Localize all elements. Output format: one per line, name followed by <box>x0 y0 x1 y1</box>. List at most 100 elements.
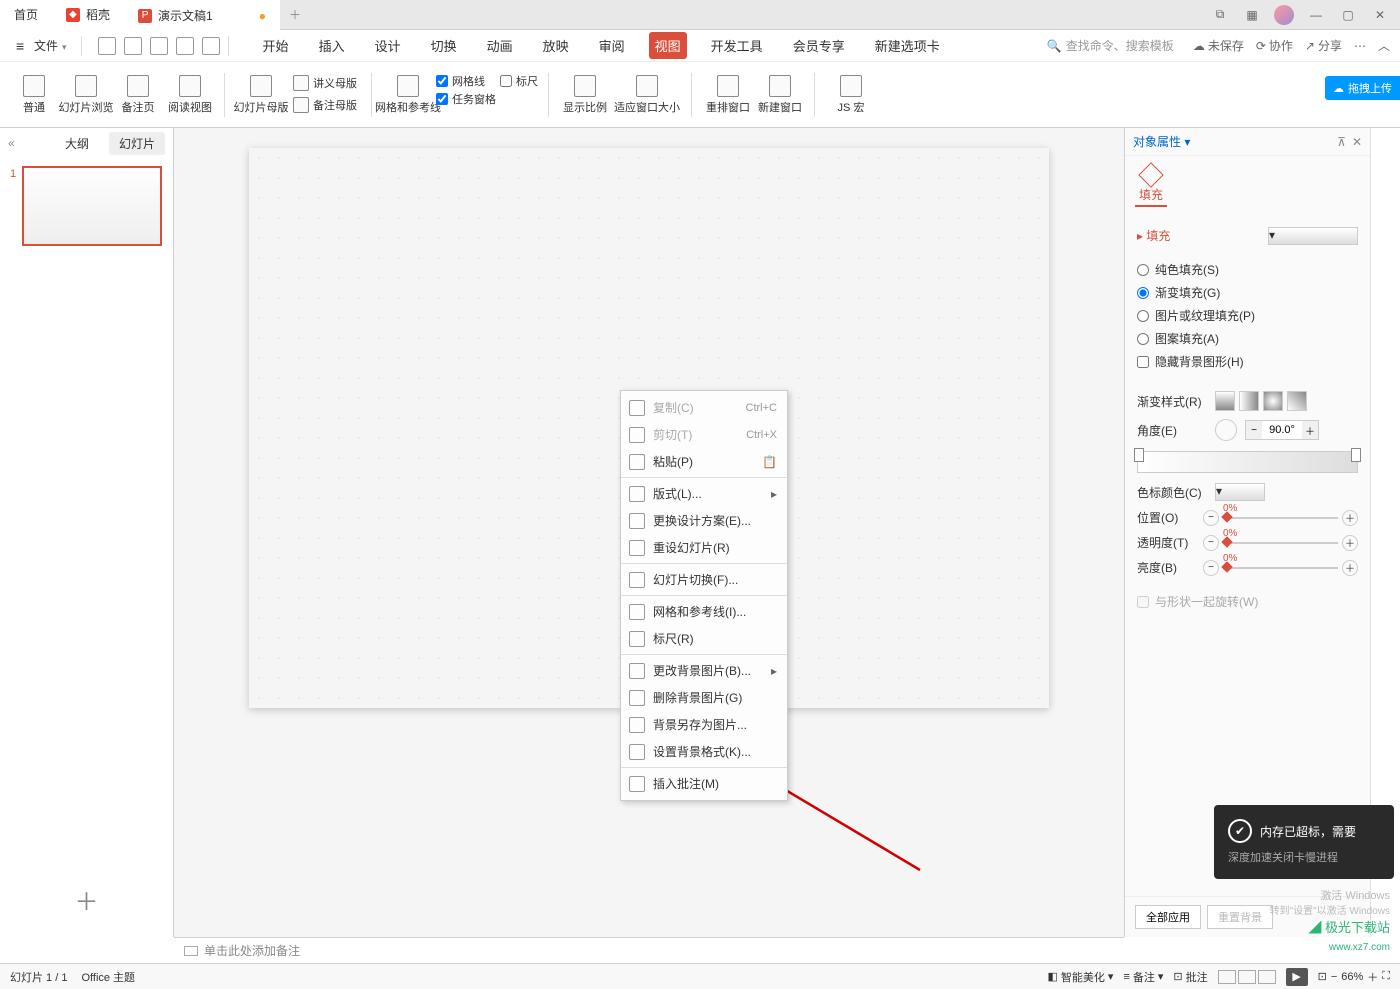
angle-knob[interactable] <box>1215 419 1237 441</box>
gradient-preset-4[interactable] <box>1287 391 1307 411</box>
handout-master-button[interactable]: 讲义母版 <box>289 73 361 93</box>
zoom-value[interactable]: 66% <box>1341 971 1363 983</box>
reset-bg-button[interactable]: 重置背景 <box>1207 905 1273 929</box>
brightness-slider[interactable]: −0%＋ <box>1203 560 1358 576</box>
ctx-grid-guides[interactable]: 网格和参考线(I)... <box>621 598 787 625</box>
maximize-button[interactable]: ▢ <box>1338 5 1358 25</box>
view-normal-button[interactable]: 普通 <box>10 73 58 117</box>
gradient-preset-1[interactable] <box>1215 391 1235 411</box>
fill-pattern-radio[interactable]: 图案填充(A) <box>1137 327 1358 350</box>
fill-preview-swatch[interactable]: ▾ <box>1268 227 1358 245</box>
notes-master-button[interactable]: 备注母版 <box>289 95 361 115</box>
arrange-windows-button[interactable]: 重排窗口 <box>704 73 752 117</box>
command-search[interactable]: 🔍 查找命令、搜索模板 <box>1040 34 1181 57</box>
fullscreen-icon[interactable]: ⛶ <box>1382 970 1390 983</box>
ctx-change-design[interactable]: 更换设计方案(E)... <box>621 507 787 534</box>
ctx-save-bg-as[interactable]: 背景另存为图片... <box>621 711 787 738</box>
menu-tab-4[interactable]: 动画 <box>481 32 519 59</box>
angle-input[interactable]: −＋ <box>1245 420 1319 440</box>
fill-solid-radio[interactable]: 纯色填充(S) <box>1137 258 1358 281</box>
undo-icon[interactable] <box>176 37 194 55</box>
fill-gradient-radio[interactable]: 渐变填充(G) <box>1137 281 1358 304</box>
slide-master-button[interactable]: 幻灯片母版 <box>237 73 285 117</box>
gradient-handle-2[interactable] <box>1351 448 1361 462</box>
ctx-ruler[interactable]: 标尺(R) <box>621 625 787 652</box>
ctx-bg-format[interactable]: 设置背景格式(K)... <box>621 738 787 765</box>
view-reading-icon[interactable] <box>1258 970 1276 984</box>
share-button[interactable]: ↗分享 <box>1305 37 1342 54</box>
add-slide-button[interactable]: ＋ <box>0 862 173 937</box>
drag-upload-button[interactable]: ☁ 拖拽上传 <box>1325 76 1400 100</box>
ctx-paste[interactable]: 粘贴(P)📋 <box>621 448 787 475</box>
save-icon[interactable] <box>98 37 116 55</box>
tab-add-button[interactable]: ＋ <box>280 6 310 23</box>
hide-bg-shapes-checkbox[interactable]: 隐藏背景图形(H) <box>1137 350 1358 373</box>
view-normal-icon[interactable] <box>1218 970 1236 984</box>
view-notes-page-button[interactable]: 备注页 <box>114 73 162 117</box>
user-avatar[interactable] <box>1274 5 1294 25</box>
fill-section-toggle[interactable]: ▸ 填充 <box>1137 227 1170 244</box>
menu-tab-8[interactable]: 开发工具 <box>705 32 769 59</box>
menu-tab-6[interactable]: 审阅 <box>593 32 631 59</box>
ctx-delete-bg[interactable]: 删除背景图片(G) <box>621 684 787 711</box>
smart-beautify-button[interactable]: ◧智能美化 ▾ <box>1048 969 1114 985</box>
tab-document[interactable]: P 演示文稿1 ● <box>124 0 280 30</box>
ctx-change-bg[interactable]: 更改背景图片(B)...▸ <box>621 657 787 684</box>
print-preview-icon[interactable] <box>124 37 142 55</box>
tab-dock[interactable]: ◆ 稻壳 <box>52 0 124 30</box>
ctx-reset-slide[interactable]: 重设幻灯片(R) <box>621 534 787 561</box>
menu-tab-1[interactable]: 插入 <box>313 32 351 59</box>
menu-tab-5[interactable]: 放映 <box>537 32 575 59</box>
notes-toggle[interactable]: ≡ 备注 ▾ <box>1123 969 1163 985</box>
zoom-out-button[interactable]: − <box>1331 971 1337 983</box>
close-button[interactable]: ✕ <box>1370 5 1390 25</box>
zoom-ratio-button[interactable]: 显示比例 <box>561 73 609 117</box>
menu-tab-7[interactable]: 视图 <box>649 32 687 59</box>
gradient-preset-3[interactable] <box>1263 391 1283 411</box>
pin-icon[interactable]: ⊼ <box>1337 135 1346 149</box>
view-reading-button[interactable]: 阅读视图 <box>166 73 214 117</box>
menu-tab-2[interactable]: 设计 <box>369 32 407 59</box>
slides-tab[interactable]: 幻灯片 <box>109 132 165 155</box>
collapse-ribbon-icon[interactable]: ︿ <box>1378 37 1390 54</box>
notes-bar[interactable]: 单击此处添加备注 <box>174 937 1124 963</box>
position-slider[interactable]: −0%＋ <box>1203 510 1358 526</box>
stop-color-swatch[interactable]: ▾ <box>1215 483 1265 501</box>
unsaved-indicator[interactable]: ☁未保存 <box>1193 37 1244 54</box>
menu-tab-3[interactable]: 切换 <box>425 32 463 59</box>
menu-tab-10[interactable]: 新建选项卡 <box>869 32 946 59</box>
more-menu[interactable]: ⋯ <box>1354 39 1366 53</box>
new-window-button[interactable]: 新建窗口 <box>756 73 804 117</box>
gradient-stops-slider[interactable] <box>1137 451 1358 473</box>
grid-guides-button[interactable]: 网格和参考线 <box>384 73 432 117</box>
tab-home[interactable]: 首页 <box>0 0 52 30</box>
zoom-in-button[interactable]: ＋ <box>1367 969 1378 985</box>
ctx-transition[interactable]: 幻灯片切换(F)... <box>621 566 787 593</box>
minimize-button[interactable]: — <box>1306 5 1326 25</box>
gridlines-checkbox[interactable]: 网格线 <box>436 73 496 89</box>
ctx-copy[interactable]: 复制(C)Ctrl+C <box>621 394 787 421</box>
gradient-preset-2[interactable] <box>1239 391 1259 411</box>
close-panel-icon[interactable]: ✕ <box>1352 135 1362 149</box>
menu-tab-0[interactable]: 开始 <box>257 32 295 59</box>
taskpane-checkbox[interactable]: 任务窗格 <box>436 91 496 107</box>
fill-picture-radio[interactable]: 图片或纹理填充(P) <box>1137 304 1358 327</box>
file-menu-button[interactable]: 文件 <box>10 35 73 56</box>
play-slideshow-button[interactable]: ▶ <box>1286 968 1308 986</box>
js-macro-button[interactable]: JS 宏 <box>827 73 875 117</box>
apply-all-button[interactable]: 全部应用 <box>1135 905 1201 929</box>
ctx-insert-comment[interactable]: 插入批注(M) <box>621 770 787 797</box>
view-sorter-icon[interactable] <box>1238 970 1256 984</box>
ctx-cut[interactable]: 剪切(T)Ctrl+X <box>621 421 787 448</box>
comments-toggle[interactable]: ⊡ 批注 <box>1173 969 1207 985</box>
transparency-slider[interactable]: −0%＋ <box>1203 535 1358 551</box>
ctx-layout[interactable]: 版式(L)...▸ <box>621 480 787 507</box>
outline-tab[interactable]: 大纲 <box>55 132 99 155</box>
gradient-handle-1[interactable] <box>1134 448 1144 462</box>
ruler-checkbox[interactable]: 标尺 <box>500 73 538 89</box>
fit-icon[interactable]: ⊡ <box>1318 970 1327 983</box>
print-icon[interactable] <box>150 37 168 55</box>
slide-thumbnail-1[interactable]: 1 <box>22 166 162 246</box>
collab-button[interactable]: ⟳协作 <box>1256 37 1293 54</box>
redo-icon[interactable] <box>202 37 220 55</box>
